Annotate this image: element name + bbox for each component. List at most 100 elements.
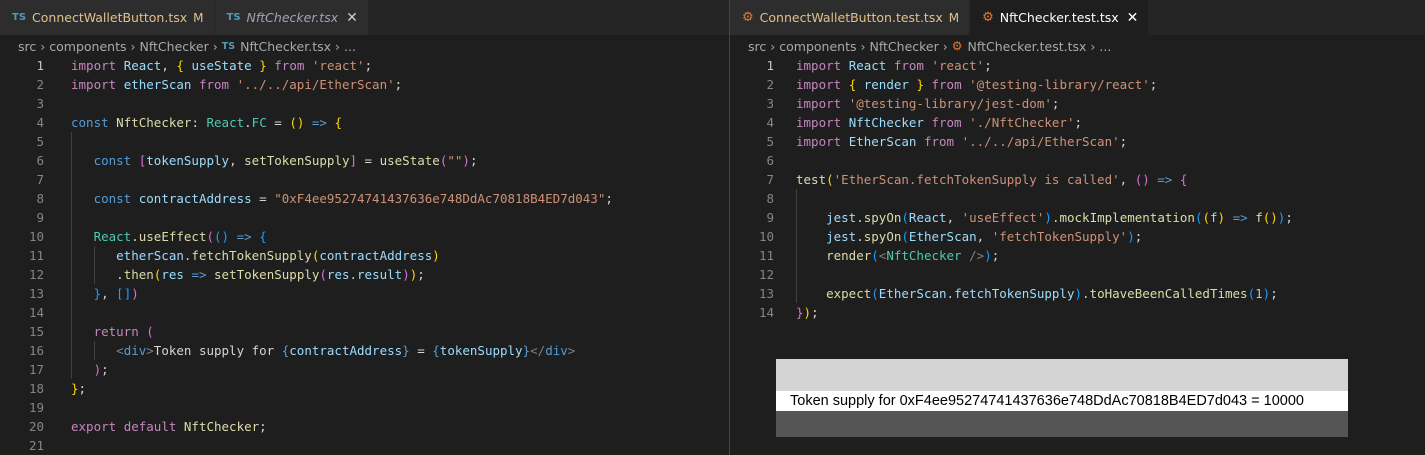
line-number: 12 (28, 267, 44, 282)
breadcrumb-item[interactable]: ... (1099, 39, 1111, 54)
line-number: 9 (766, 210, 774, 225)
line-number: 10 (28, 229, 44, 244)
chevron-right-icon: › (1090, 38, 1096, 54)
token-supply-output: Token supply for 0xF4ee95274741437636e74… (776, 391, 1348, 411)
code-line: 7 (0, 170, 729, 189)
line-number: 1 (766, 58, 774, 73)
preview-header-band (776, 359, 1348, 391)
breadcrumb-item[interactable]: components (49, 39, 126, 54)
test-file-icon: ⚙ (951, 39, 963, 53)
code-line: 9 jest.spyOn(React, 'useEffect').mockImp… (730, 208, 1425, 227)
line-number: 5 (766, 134, 774, 149)
line-number: 7 (766, 172, 774, 187)
line-number: 7 (36, 172, 44, 187)
code-line: 4 const NftChecker: React.FC = () => { (0, 113, 729, 132)
code-line: 21 (0, 436, 729, 455)
breadcrumb-item[interactable]: src (748, 39, 766, 54)
breadcrumb: src › components › NftChecker › TS NftCheck… (0, 35, 729, 57)
rendered-component-preview: Token supply for 0xF4ee95274741437636e74… (776, 359, 1348, 437)
code-line: 15 return ( (0, 322, 729, 341)
code-line: 9 (0, 208, 729, 227)
line-number: 4 (766, 115, 774, 130)
line-number: 5 (36, 134, 44, 149)
code-line: 1 import React from 'react'; (730, 56, 1425, 75)
chevron-right-icon: › (40, 38, 46, 54)
close-icon[interactable]: ✕ (1127, 10, 1139, 26)
right-tab-bar: ⚙ ConnectWalletButton.test.tsx M ⚙ NftCh… (730, 0, 1425, 35)
line-number: 6 (766, 153, 774, 168)
modified-badge: M (948, 10, 960, 25)
line-number: 3 (766, 96, 774, 111)
breadcrumb-item[interactable]: src (18, 39, 36, 54)
code-line: 3 (0, 94, 729, 113)
chevron-right-icon: › (335, 38, 340, 54)
code-line: 12 .then(res => setTokenSupply(res.resul… (0, 265, 729, 284)
tab-connect-wallet-button[interactable]: TS ConnectWalletButton.tsx M (0, 0, 215, 35)
line-number: 6 (36, 153, 44, 168)
code-line: 18}; (0, 379, 729, 398)
line-number: 3 (36, 96, 44, 111)
typescript-file-icon: TS (221, 40, 236, 52)
code-line: 16 <div>Token supply for {contractAddres… (0, 341, 729, 360)
code-line: 11 etherScan.fetchTokenSupply(contractAd… (0, 246, 729, 265)
code-line: 19 (0, 398, 729, 417)
code-line: 8 const contractAddress = "0xF4ee9527474… (0, 189, 729, 208)
line-number: 14 (758, 305, 774, 320)
tab-label: NftChecker.tsx (246, 10, 339, 25)
code-line: 5 (0, 132, 729, 151)
code-line: 6 const [tokenSupply, setTokenSupply] = … (0, 151, 729, 170)
chevron-right-icon: › (860, 38, 866, 54)
left-editor-pane: TS ConnectWalletButton.tsx M TS NftCheck… (0, 0, 729, 455)
tab-connect-wallet-button-test[interactable]: ⚙ ConnectWalletButton.test.tsx M (730, 0, 971, 35)
line-number: 1 (36, 58, 44, 73)
line-number: 17 (28, 362, 44, 377)
code-line: 11 render(<NftChecker />); (730, 246, 1425, 265)
code-line: 20 export default NftChecker; (0, 417, 729, 436)
close-icon[interactable]: ✕ (346, 10, 358, 26)
line-number: 12 (758, 267, 774, 282)
typescript-file-icon: TS (226, 12, 241, 23)
typescript-file-icon: TS (12, 12, 27, 23)
line-number: 15 (28, 324, 44, 339)
breadcrumb-item[interactable]: NftChecker (869, 39, 938, 54)
tab-label: NftChecker.test.tsx (999, 10, 1119, 25)
modified-badge: M (193, 10, 204, 25)
code-line: 12 (730, 265, 1425, 284)
tab-nft-checker[interactable]: TS NftChecker.tsx ✕ (214, 0, 369, 35)
code-line: 14}); (730, 303, 1425, 322)
breadcrumb-item[interactable]: components (779, 39, 856, 54)
breadcrumb-item[interactable]: ... (344, 39, 356, 54)
code-line: 5 import EtherScan from '../../api/EtherS… (730, 132, 1425, 151)
line-number: 20 (28, 419, 44, 434)
chevron-right-icon: › (212, 38, 218, 54)
breadcrumb-item[interactable]: NftChecker (139, 39, 208, 54)
breadcrumb-item[interactable]: NftChecker.test.tsx (968, 39, 1087, 54)
line-number: 13 (28, 286, 44, 301)
code-line: 13 expect(EtherScan.fetchTokenSupply).to… (730, 284, 1425, 303)
line-number: 8 (36, 191, 44, 206)
line-number: 19 (28, 400, 44, 415)
code-editor[interactable]: 1 import React, { useState } from 'react'… (0, 56, 729, 455)
line-number: 8 (766, 191, 774, 206)
line-number: 10 (758, 229, 774, 244)
code-line: 8 (730, 189, 1425, 208)
chevron-right-icon: › (942, 38, 948, 54)
code-line: 1 import React, { useState } from 'react'… (0, 56, 729, 75)
code-line: 13 }, []) (0, 284, 729, 303)
code-line: 4 import NftChecker from './NftChecker'; (730, 113, 1425, 132)
line-number: 13 (758, 286, 774, 301)
line-number: 21 (28, 438, 44, 453)
chevron-right-icon: › (130, 38, 136, 54)
tab-label: ConnectWalletButton.tsx (32, 10, 188, 25)
line-number: 4 (36, 115, 44, 130)
code-line: 6 (730, 151, 1425, 170)
breadcrumb-item[interactable]: NftChecker.tsx (240, 39, 331, 54)
left-tab-bar: TS ConnectWalletButton.tsx M TS NftCheck… (0, 0, 729, 35)
test-file-icon: ⚙ (982, 10, 994, 25)
code-line: 3 import '@testing-library/jest-dom'; (730, 94, 1425, 113)
line-number: 2 (36, 77, 44, 92)
line-number: 14 (28, 305, 44, 320)
line-number: 2 (766, 77, 774, 92)
code-editor[interactable]: 1 import React from 'react'; 2 import { re… (730, 56, 1425, 322)
tab-nft-checker-test[interactable]: ⚙ NftChecker.test.tsx ✕ (970, 0, 1150, 35)
